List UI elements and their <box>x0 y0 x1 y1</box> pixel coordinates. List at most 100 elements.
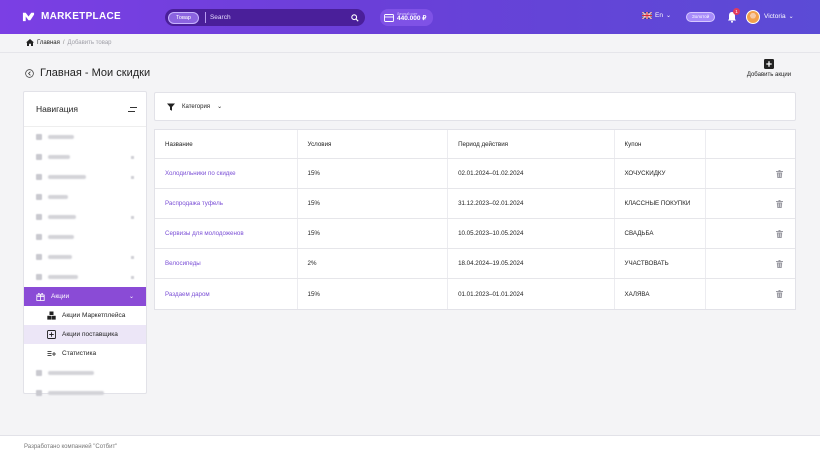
sidebar-header: Навигация <box>24 92 146 126</box>
sidebar-subitem-label: Акции поставщика <box>62 331 118 338</box>
table-row: Холодильники по скидке 15% 02.01.2024–01… <box>155 159 795 189</box>
trash-icon[interactable] <box>776 229 783 238</box>
sidebar-item-blurred[interactable] <box>24 147 146 167</box>
column-header-coupon: Купон <box>615 130 707 158</box>
sidebar-item-blurred[interactable] <box>24 127 146 147</box>
promotion-name-link[interactable]: Холодильники по скидке <box>165 170 236 177</box>
sidebar-item-blurred[interactable] <box>24 267 146 287</box>
table-cell-condition: 15% <box>298 159 449 188</box>
blurred-icon <box>36 390 42 396</box>
level-badge[interactable]: Золотой <box>686 12 716 22</box>
blurred-icon <box>36 194 42 200</box>
sidebar-item-blurred[interactable] <box>24 227 146 247</box>
page-title-prefix: Главная <box>40 67 82 79</box>
promotion-name-link[interactable]: Велосипеды <box>165 260 201 267</box>
notification-count-badge: 1 <box>733 8 740 15</box>
sidebar-item-blurred[interactable] <box>24 167 146 187</box>
search-icon[interactable] <box>347 10 363 26</box>
table-cell-coupon: УЧАСТВОВАТЬ <box>615 249 707 278</box>
breadcrumb-home-link[interactable]: Главная <box>37 40 60 46</box>
user-menu[interactable]: Victoria ⌄ <box>764 13 794 20</box>
chevron-right-icon <box>131 155 134 159</box>
trash-icon[interactable] <box>776 290 783 298</box>
table-cell-name: Раздаем даром <box>155 279 298 309</box>
table-row: Сервизы для молодоженов 15% 10.05.2023–1… <box>155 219 795 249</box>
avatar[interactable] <box>746 10 760 24</box>
filter-label: Категория <box>182 103 211 110</box>
balance-text: Личный счет 440.000 ₽ <box>397 12 426 23</box>
footer-text: Разработано компанией "Сотбит" <box>24 444 118 450</box>
breadcrumb-separator: / <box>62 39 65 46</box>
trash-icon[interactable] <box>776 199 783 208</box>
table-cell-condition: 2% <box>298 249 449 278</box>
promotion-name-link[interactable]: Распродажа туфель <box>165 200 223 207</box>
blurred-icon <box>36 134 42 140</box>
add-promo-label: Добавить акции <box>746 72 792 78</box>
sidebar-subitem-label: Акции Маркетплейса <box>62 312 126 319</box>
page-title-suffix: - Мои скидки <box>81 67 151 79</box>
chevron-down-icon: ⌄ <box>788 14 794 20</box>
blurred-icon <box>36 234 42 240</box>
sidebar-subitem-label: Статистика <box>62 350 97 357</box>
table-cell-name: Холодильники по скидке <box>155 159 298 188</box>
blurred-icon <box>36 154 42 160</box>
sidebar-item-blurred[interactable] <box>24 363 146 383</box>
column-header-conditions: Условия <box>298 130 449 158</box>
chevron-down-icon: ⌄ <box>128 294 134 300</box>
logo-icon <box>22 12 35 22</box>
trash-icon[interactable] <box>776 259 783 268</box>
logo[interactable]: MARKETPLACE <box>22 10 121 23</box>
sidebar-item-promotions[interactable]: Акции ⌄ <box>24 287 146 306</box>
promotion-name-link[interactable]: Раздаем даром <box>165 291 210 298</box>
wallet-icon <box>384 13 394 22</box>
balance-widget[interactable]: Личный счет 440.000 ₽ <box>380 9 433 26</box>
add-promo-button[interactable]: Добавить акции <box>742 59 796 78</box>
table-cell-coupon: СВАДЬБА <box>615 219 707 248</box>
chevron-right-icon <box>131 215 134 219</box>
table-cell-coupon: КЛАССНЫЕ ПОКУПКИ <box>615 189 707 218</box>
page-title: Главная - Мои скидки <box>25 67 150 79</box>
table-cell-period: 02.01.2024–01.02.2024 <box>448 159 615 188</box>
filter-funnel-icon <box>167 103 175 111</box>
breadcrumb: Главная / Добавить товар <box>26 39 112 46</box>
blurred-label <box>48 275 78 279</box>
plus-square-icon <box>47 330 56 339</box>
table-cell-actions <box>706 249 795 278</box>
sidebar-navigation: Навигация Акции ⌄ Акции Маркетплейса Акц… <box>23 91 147 396</box>
table-cell-period: 10.05.2023–10.05.2024 <box>448 219 615 248</box>
logo-text: MARKETPLACE <box>41 11 121 22</box>
table-header-row: Название Условия Период действия Купон <box>155 130 795 159</box>
blurred-label <box>48 235 74 239</box>
home-icon[interactable] <box>26 39 34 46</box>
table-row: Раздаем даром 15% 01.01.2023–01.01.2024 … <box>155 279 795 309</box>
sidebar-item-blurred[interactable] <box>24 187 146 207</box>
category-filter[interactable]: Категория ⌄ <box>154 92 796 121</box>
trash-icon[interactable] <box>776 169 783 178</box>
sidebar-item-blurred[interactable] <box>24 383 146 403</box>
table-cell-period: 01.01.2023–01.01.2024 <box>448 279 615 309</box>
collapse-sidebar-icon[interactable] <box>128 106 137 113</box>
table-cell-actions <box>706 219 795 248</box>
language-label: En <box>655 12 663 19</box>
blurred-label <box>48 135 74 139</box>
blurred-label <box>48 255 72 259</box>
sidebar-subitem-statistics[interactable]: Статистика <box>24 344 146 363</box>
sidebar-subitem-supplier-promotions[interactable]: Акции поставщика <box>24 325 146 344</box>
column-header-period: Период действия <box>448 130 615 158</box>
table-cell-actions <box>706 189 795 218</box>
column-header-actions <box>706 130 795 158</box>
blurred-label <box>48 391 104 395</box>
footer: Разработано компанией "Сотбит" <box>0 436 820 469</box>
back-arrow-icon[interactable] <box>25 68 34 78</box>
language-selector[interactable]: En ⌄ <box>642 12 671 19</box>
sidebar-item-blurred[interactable] <box>24 207 146 227</box>
search-input[interactable] <box>209 14 347 21</box>
table-row: Распродажа туфель 15% 31.12.2023–02.01.2… <box>155 189 795 219</box>
promotion-name-link[interactable]: Сервизы для молодоженов <box>165 230 244 237</box>
sidebar-item-blurred[interactable] <box>24 247 146 267</box>
table-cell-actions <box>706 159 795 188</box>
sidebar-subitem-marketplace-promotions[interactable]: Акции Маркетплейса <box>24 306 146 325</box>
search-scope-button[interactable]: Товар <box>168 11 199 24</box>
chevron-right-icon <box>131 275 134 279</box>
discounts-table: Название Условия Период действия Купон Х… <box>154 129 796 310</box>
